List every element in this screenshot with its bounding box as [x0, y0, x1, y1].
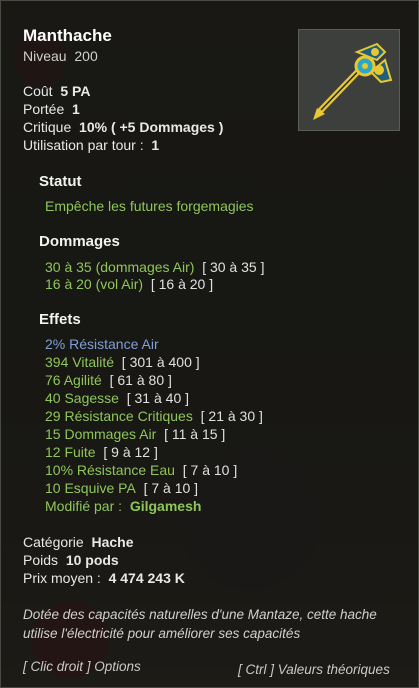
item-tooltip: Manthache Niveau 200 Coût 5 PA Portée 1 …	[0, 0, 419, 688]
effect-line: 12 Fuite [ 9 à 12 ]	[45, 443, 158, 461]
effect-range: [ 7 à 10 ]	[143, 480, 199, 496]
range-label: Portée	[23, 101, 65, 117]
item-icon-frame	[298, 29, 400, 131]
effect-range: [ 301 à 400 ]	[121, 354, 200, 370]
effets-title: Effets	[39, 311, 81, 328]
effect-line: 76 Agilité [ 61 à 80 ]	[45, 371, 172, 389]
effect-value: 29 Résistance Critiques	[45, 408, 193, 424]
weight-row: Poids 10 pods	[23, 551, 119, 569]
uses-value: 1	[151, 137, 160, 153]
effect-line: 15 Dommages Air [ 11 à 15 ]	[45, 425, 225, 443]
uses-label: Utilisation par tour :	[23, 137, 144, 153]
effect-line: 10 Esquive PA [ 7 à 10 ]	[45, 479, 198, 497]
effect-value: 2% Résistance Air	[45, 336, 159, 352]
item-name: Manthache	[23, 26, 112, 45]
damage-range: [ 30 à 35 ]	[202, 259, 265, 275]
damage-value: 16 à 20 (vol Air)	[45, 276, 144, 292]
crit-row: Critique 10% ( +5 Dommages )	[23, 118, 223, 136]
level-label: Niveau	[23, 48, 67, 64]
effect-range: [ 21 à 30 ]	[200, 408, 263, 424]
item-level: Niveau 200	[23, 47, 98, 65]
effect-range: [ 31 à 40 ]	[126, 390, 190, 406]
effect-line: 394 Vitalité [ 301 à 400 ]	[45, 353, 200, 371]
damage-line: 16 à 20 (vol Air) [ 16 à 20 ]	[45, 275, 213, 293]
weight-value: 10 pods	[65, 552, 119, 568]
item-description: Dotée des capacités naturelles d'une Man…	[23, 607, 377, 641]
cost-label: Coût	[23, 83, 53, 99]
effect-value: 15 Dommages Air	[45, 426, 157, 442]
effect-value: 40 Sagesse	[45, 390, 119, 406]
modified-label: Modifié par :	[45, 498, 123, 514]
damage-range: [ 16 à 20 ]	[150, 276, 214, 292]
crit-value: 10% ( +5 Dommages )	[79, 119, 224, 135]
effect-range: [ 7 à 10 ]	[182, 462, 238, 478]
category-label: Catégorie	[23, 534, 84, 550]
weight-label: Poids	[23, 552, 59, 568]
category-row: Catégorie Hache	[23, 533, 134, 551]
effect-line: 10% Résistance Eau [ 7 à 10 ]	[45, 461, 237, 479]
cost-row: Coût 5 PA	[23, 82, 90, 100]
effect-line: 40 Sagesse [ 31 à 40 ]	[45, 389, 189, 407]
effect-value: 10% Résistance Eau	[45, 462, 175, 478]
statut-title: Statut	[39, 173, 82, 190]
effect-value: 12 Fuite	[45, 444, 96, 460]
effect-line: 2% Résistance Air	[45, 335, 159, 353]
damage-line: 30 à 35 (dommages Air) [ 30 à 35 ]	[45, 258, 264, 276]
effect-line: 29 Résistance Critiques [ 21 à 30 ]	[45, 407, 263, 425]
modified-by-value: Gilgamesh	[129, 498, 202, 514]
level-value: 200	[74, 48, 98, 64]
price-label: Prix moyen :	[23, 570, 101, 586]
ctrl-hint: [ Ctrl ] Valeurs théoriques	[238, 662, 390, 677]
range-row: Portée 1	[23, 100, 80, 118]
range-value: 1	[72, 101, 80, 117]
crit-label: Critique	[23, 119, 72, 135]
cost-value: 5 PA	[60, 83, 91, 99]
effect-range: [ 11 à 15 ]	[164, 426, 226, 442]
modified-by-row: Modifié par : Gilgamesh	[45, 497, 201, 515]
price-value: 4 474 243 K	[108, 570, 185, 586]
category-value: Hache	[91, 534, 134, 550]
effect-range: [ 9 à 12 ]	[103, 444, 158, 460]
damage-value: 30 à 35 (dommages Air)	[45, 259, 195, 275]
effect-value: 10 Esquive PA	[45, 480, 136, 496]
axe-icon	[313, 42, 393, 120]
uses-row: Utilisation par tour : 1	[23, 136, 159, 154]
right-click-hint: [ Clic droit ] Options	[23, 659, 141, 674]
price-row: Prix moyen : 4 474 243 K	[23, 569, 185, 587]
effect-range: [ 61 à 80 ]	[109, 372, 172, 388]
effect-value: 76 Agilité	[45, 372, 102, 388]
dommages-title: Dommages	[39, 233, 120, 250]
effect-value: 394 Vitalité	[45, 354, 115, 370]
statut-text: Empêche les futures forgemagies	[45, 198, 254, 214]
